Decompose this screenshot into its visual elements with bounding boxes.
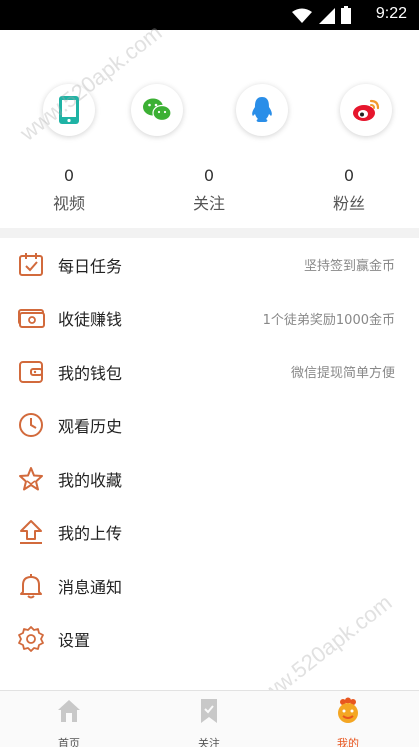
menu-hint: 坚持签到赢金币 bbox=[303, 259, 395, 275]
qq-login-button[interactable] bbox=[236, 84, 288, 136]
phone-login-button[interactable] bbox=[43, 84, 95, 136]
nav-label: 我的 bbox=[337, 737, 359, 747]
menu-item-settings[interactable]: 设置 bbox=[0, 613, 419, 667]
bookmark-icon bbox=[201, 699, 217, 723]
upload-icon bbox=[20, 520, 42, 545]
menu-label: 我的钱包 bbox=[58, 363, 123, 383]
stat-label: 粉丝 bbox=[332, 194, 365, 213]
wifi-icon bbox=[292, 8, 312, 23]
menu-label: 消息通知 bbox=[58, 577, 123, 597]
clock-icon bbox=[19, 413, 43, 438]
wechat-login-button[interactable] bbox=[131, 84, 183, 136]
stat-videos[interactable]: 0 视频 bbox=[19, 165, 119, 215]
menu-label: 观看历史 bbox=[58, 417, 123, 437]
gear-icon bbox=[18, 626, 44, 653]
menu-label: 我的收藏 bbox=[58, 470, 123, 490]
status-time: 9:22 bbox=[375, 5, 407, 22]
menu-label: 每日任务 bbox=[58, 256, 123, 276]
nav-home[interactable]: 首页 bbox=[24, 697, 114, 747]
money-icon bbox=[18, 309, 45, 329]
menu-hint: 1个徒弟奖励1000金币 bbox=[262, 312, 395, 328]
menu-item-history[interactable]: 观看历史 bbox=[0, 399, 419, 453]
profile-menu: 每日任务 坚持签到赢金币 收徒赚钱 1个徒弟奖励1000金币 我的钱包 微信提现… bbox=[0, 238, 419, 666]
nav-me[interactable]: 我的 bbox=[303, 697, 393, 747]
status-bar: 9:22 bbox=[0, 0, 419, 30]
stat-label: 关注 bbox=[192, 194, 225, 213]
status-icons bbox=[291, 6, 351, 24]
menu-item-favorites[interactable]: 我的收藏 bbox=[0, 452, 419, 506]
stat-value: 0 bbox=[63, 166, 75, 185]
menu-item-invite-earn[interactable]: 收徒赚钱 1个徒弟奖励1000金币 bbox=[0, 292, 419, 346]
profile-face-icon bbox=[338, 697, 358, 723]
profile-stats: 0 视频 0 关注 0 粉丝 bbox=[0, 165, 419, 225]
menu-label: 收徒赚钱 bbox=[58, 310, 123, 330]
stat-following[interactable]: 0 关注 bbox=[159, 165, 259, 215]
section-divider bbox=[0, 228, 419, 238]
nav-following[interactable]: 关注 bbox=[164, 697, 254, 747]
weibo-icon bbox=[353, 99, 380, 121]
menu-item-notifications[interactable]: 消息通知 bbox=[0, 559, 419, 613]
nav-label: 首页 bbox=[58, 737, 80, 747]
bell-icon bbox=[20, 573, 42, 599]
bottom-nav: 首页 关注 我的 bbox=[0, 690, 419, 747]
wechat-icon bbox=[143, 98, 172, 122]
login-options bbox=[0, 84, 419, 136]
stat-label: 视频 bbox=[52, 194, 85, 213]
phone-icon bbox=[59, 96, 79, 124]
signal-icon bbox=[319, 8, 335, 24]
qq-icon bbox=[252, 97, 272, 122]
stat-fans[interactable]: 0 粉丝 bbox=[299, 165, 399, 215]
menu-label: 设置 bbox=[58, 631, 91, 651]
stat-value: 0 bbox=[203, 166, 215, 185]
calendar-check-icon bbox=[19, 252, 43, 276]
wallet-icon bbox=[19, 360, 43, 383]
battery-icon bbox=[341, 6, 351, 24]
menu-hint: 微信提现简单方便 bbox=[290, 366, 395, 382]
home-icon bbox=[58, 700, 80, 722]
stat-value: 0 bbox=[343, 166, 355, 185]
weibo-login-button[interactable] bbox=[340, 84, 392, 136]
star-icon bbox=[19, 466, 43, 491]
menu-item-wallet[interactable]: 我的钱包 微信提现简单方便 bbox=[0, 345, 419, 399]
menu-item-uploads[interactable]: 我的上传 bbox=[0, 506, 419, 560]
menu-label: 我的上传 bbox=[58, 524, 123, 544]
nav-label: 关注 bbox=[198, 737, 220, 747]
menu-item-daily-tasks[interactable]: 每日任务 坚持签到赢金币 bbox=[0, 238, 419, 292]
